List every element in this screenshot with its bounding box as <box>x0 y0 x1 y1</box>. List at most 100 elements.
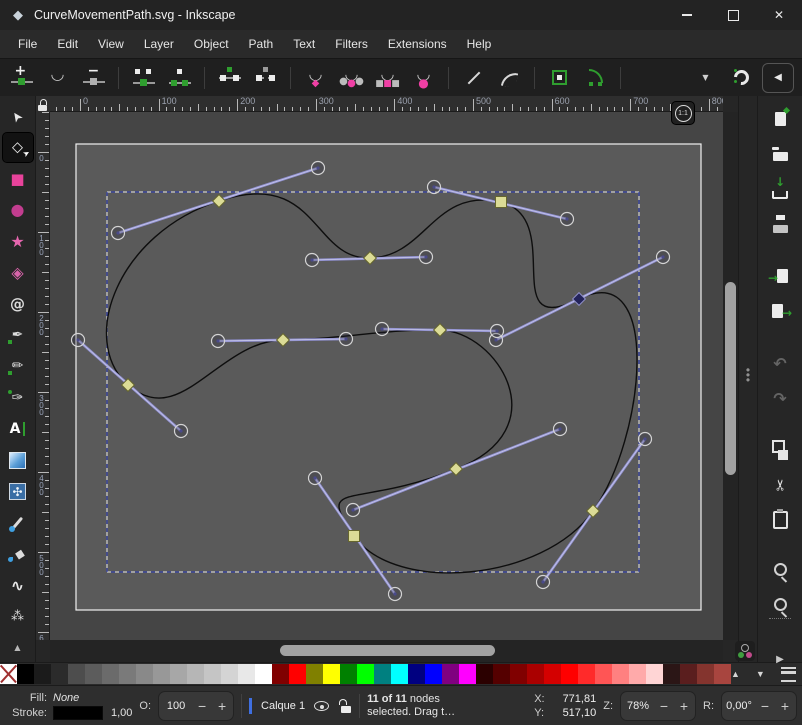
zoom-spinner[interactable]: 78% − + <box>620 691 696 721</box>
tool-pen[interactable] <box>3 321 33 349</box>
color-swatch[interactable] <box>34 664 51 684</box>
paste-button[interactable] <box>766 509 794 531</box>
zoom-minus-button[interactable]: − <box>657 698 671 714</box>
new-document-button[interactable] <box>766 108 794 130</box>
export-button[interactable] <box>766 300 794 322</box>
color-swatch[interactable] <box>391 664 408 684</box>
rotation-minus-button[interactable]: − <box>758 698 772 714</box>
color-swatch[interactable] <box>85 664 102 684</box>
vertical-scrollbar-thumb[interactable] <box>725 282 736 475</box>
color-swatch[interactable] <box>357 664 374 684</box>
color-swatch[interactable] <box>306 664 323 684</box>
color-swatch[interactable] <box>527 664 544 684</box>
tool-gradient[interactable] <box>3 446 33 474</box>
zoom-1-1-button[interactable]: 1:1 <box>671 101 695 125</box>
tool-mesh[interactable] <box>3 477 33 505</box>
tool-spiral[interactable] <box>3 290 33 318</box>
color-swatch[interactable] <box>459 664 476 684</box>
menu-file[interactable]: File <box>8 30 47 58</box>
duplicate-button[interactable] <box>766 439 794 461</box>
fill-stroke-indicator[interactable]: Fill: None Stroke: 1,00 <box>5 692 132 720</box>
tool-ellipse[interactable] <box>3 196 33 224</box>
palette-scroll-up-icon[interactable]: ▲ <box>731 669 740 679</box>
color-swatch[interactable] <box>544 664 561 684</box>
menu-edit[interactable]: Edit <box>47 30 88 58</box>
color-swatch[interactable] <box>221 664 238 684</box>
close-button[interactable] <box>756 0 802 30</box>
color-swatch[interactable] <box>493 664 510 684</box>
redo-button[interactable] <box>766 387 794 409</box>
fill-value[interactable]: None <box>53 692 132 704</box>
vertical-ruler[interactable]: 0100200300400500600 <box>36 112 50 640</box>
color-swatch[interactable] <box>646 664 663 684</box>
node-dropdown-button[interactable] <box>42 63 73 93</box>
delete-segment-button[interactable] <box>250 63 281 93</box>
print-button[interactable] <box>766 213 794 235</box>
cut-button[interactable] <box>766 474 794 496</box>
tool-pencil[interactable] <box>3 352 33 380</box>
tool-dropper[interactable] <box>3 509 33 537</box>
color-swatch[interactable] <box>17 664 34 684</box>
rotation-plus-button[interactable]: + <box>778 698 792 714</box>
color-swatch[interactable] <box>442 664 459 684</box>
color-swatch[interactable] <box>136 664 153 684</box>
color-swatch[interactable] <box>340 664 357 684</box>
tool-text[interactable] <box>3 415 33 443</box>
rotation-spinner[interactable]: 0,00° − + <box>721 691 797 721</box>
segment-curve-button[interactable] <box>494 63 525 93</box>
color-managed-icon[interactable] <box>735 641 755 661</box>
menu-extensions[interactable]: Extensions <box>378 30 457 58</box>
undo-button[interactable] <box>766 352 794 374</box>
stroke-width-value[interactable]: 1,00 <box>111 707 132 719</box>
stroke-color-swatch[interactable] <box>53 706 103 720</box>
menu-help[interactable]: Help <box>457 30 502 58</box>
color-swatch[interactable] <box>561 664 578 684</box>
color-swatch[interactable] <box>204 664 221 684</box>
horizontal-scrollbar[interactable] <box>50 640 723 662</box>
import-button[interactable] <box>766 265 794 287</box>
dock-grip-strip[interactable]: ••• <box>738 96 757 662</box>
tool-calligraphy[interactable] <box>3 384 33 412</box>
menu-filters[interactable]: Filters <box>325 30 378 58</box>
color-swatch[interactable] <box>323 664 340 684</box>
zoom-drawing-button[interactable] <box>766 596 794 618</box>
node-auto-button[interactable] <box>408 63 439 93</box>
open-document-button[interactable] <box>766 143 794 165</box>
tool-tweak[interactable] <box>3 571 33 599</box>
menu-view[interactable]: View <box>88 30 134 58</box>
tool-spray[interactable] <box>3 603 33 631</box>
drawing-canvas[interactable] <box>50 112 723 640</box>
color-swatch[interactable] <box>408 664 425 684</box>
zoom-selection-button[interactable] <box>766 561 794 583</box>
swatch-none[interactable] <box>0 664 17 684</box>
rotation-value[interactable]: 0,00° <box>726 700 752 712</box>
break-nodes-button[interactable] <box>164 63 195 93</box>
minimize-button[interactable] <box>664 0 710 30</box>
ruler-corner[interactable] <box>36 96 50 112</box>
color-swatch[interactable] <box>680 664 697 684</box>
menu-object[interactable]: Object <box>184 30 239 58</box>
join-nodes-button[interactable] <box>128 63 159 93</box>
color-swatch[interactable] <box>697 664 714 684</box>
zoom-value[interactable]: 78% <box>625 700 651 712</box>
color-swatch[interactable] <box>612 664 629 684</box>
color-swatch[interactable] <box>102 664 119 684</box>
opacity-plus-button[interactable]: + <box>215 698 229 714</box>
menu-text[interactable]: Text <box>283 30 325 58</box>
path-node-square[interactable] <box>349 531 360 542</box>
maximize-button[interactable] <box>710 0 756 30</box>
color-swatch[interactable] <box>170 664 187 684</box>
stroke-to-path-button[interactable] <box>580 63 611 93</box>
color-swatch[interactable] <box>510 664 527 684</box>
delete-node-button[interactable] <box>78 63 109 93</box>
layer-name[interactable]: Calque 1 <box>261 700 305 712</box>
tool-star[interactable] <box>3 227 33 255</box>
color-swatch[interactable] <box>663 664 680 684</box>
node-cusp-button[interactable] <box>300 63 331 93</box>
path-node-square[interactable] <box>496 197 507 208</box>
tool-selector[interactable] <box>3 102 33 130</box>
object-to-path-button[interactable] <box>544 63 575 93</box>
opacity-spinner[interactable]: 100 − + <box>158 691 234 721</box>
opacity-value[interactable]: 100 <box>163 700 189 712</box>
insert-node-button[interactable] <box>6 63 37 93</box>
